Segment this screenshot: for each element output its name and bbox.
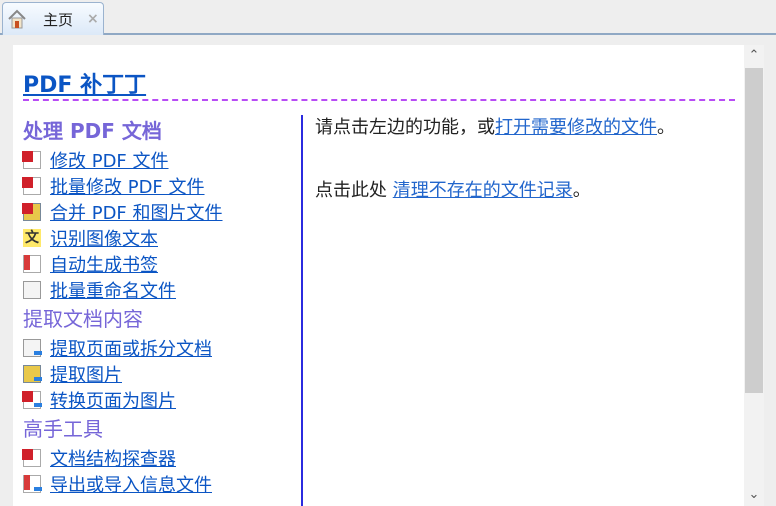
export-import-icon (23, 475, 42, 493)
list-item[interactable]: 文识别图像文本 (23, 225, 301, 251)
home-page: PDF 补丁丁 处理 PDF 文档 修改 PDF 文件 批量修改 PDF 文件 … (13, 45, 744, 506)
link-inspector[interactable]: 文档结构探查器 (50, 445, 176, 471)
period: 。 (657, 117, 675, 138)
extract-pages-icon (23, 339, 42, 357)
tab-close-button[interactable]: × (87, 11, 99, 27)
bookmark-icon (23, 255, 41, 273)
link-extract-images[interactable]: 提取图片 (50, 361, 122, 387)
render-pages-icon (22, 391, 42, 409)
cleanup-text: 点击此处 (315, 180, 393, 201)
list-item[interactable]: 修改 PDF 文件 (22, 147, 301, 173)
scrollbar-thumb[interactable] (745, 68, 763, 393)
link-ocr[interactable]: 识别图像文本 (50, 225, 158, 251)
rename-icon (23, 281, 41, 299)
list-item[interactable]: 提取图片 (23, 361, 301, 387)
list-item[interactable]: 自动生成书签 (23, 251, 301, 277)
section-heading-extract: 提取文档内容 (23, 307, 143, 331)
pdf-batch-edit-icon (22, 177, 41, 195)
extract-images-icon (23, 365, 42, 383)
list-item[interactable]: 批量重命名文件 (23, 277, 301, 303)
link-edit-pdf[interactable]: 修改 PDF 文件 (50, 147, 169, 173)
cleanup-link[interactable]: 清理不存在的文件记录 (393, 180, 573, 201)
scroll-up-icon[interactable]: ⌃ (744, 45, 764, 67)
pdf-merge-icon (22, 203, 41, 221)
function-list: 处理 PDF 文档 修改 PDF 文件 批量修改 PDF 文件 合并 PDF 和… (22, 115, 301, 497)
tab-home[interactable]: 主页 × (2, 2, 104, 35)
list-item[interactable]: 批量修改 PDF 文件 (22, 173, 301, 199)
title-divider (23, 99, 735, 101)
vertical-scrollbar[interactable]: ⌃ ⌄ (744, 45, 764, 506)
intro-text: 请点击左边的功能，或 (315, 117, 495, 138)
link-merge[interactable]: 合并 PDF 和图片文件 (50, 199, 223, 225)
home-icon (8, 9, 26, 29)
link-extract-pages[interactable]: 提取页面或拆分文档 (50, 335, 212, 361)
info-panel: 请点击左边的功能，或打开需要修改的文件。 点击此处 清理不存在的文件记录。 (315, 115, 675, 204)
period: 。 (572, 180, 591, 201)
tab-bar: 主页 × (0, 0, 776, 35)
list-item[interactable]: 文档结构探查器 (22, 445, 301, 471)
link-render-pages[interactable]: 转换页面为图片 (50, 387, 176, 413)
ocr-icon: 文 (23, 229, 41, 247)
list-item[interactable]: 导出或导入信息文件 (23, 471, 301, 497)
section-heading-process: 处理 PDF 文档 (23, 119, 162, 143)
list-item[interactable]: 转换页面为图片 (22, 387, 301, 413)
link-rename[interactable]: 批量重命名文件 (50, 277, 176, 303)
inspector-icon (22, 449, 41, 467)
link-bookmarks[interactable]: 自动生成书签 (50, 251, 158, 277)
section-heading-expert: 高手工具 (23, 417, 103, 441)
column-divider (301, 115, 303, 506)
link-export-import[interactable]: 导出或导入信息文件 (50, 471, 212, 497)
open-file-link[interactable]: 打开需要修改的文件 (495, 117, 657, 138)
link-batch-edit-pdf[interactable]: 批量修改 PDF 文件 (50, 173, 205, 199)
pdf-edit-icon (22, 151, 41, 169)
page-title[interactable]: PDF 补丁丁 (23, 67, 146, 99)
scroll-down-icon[interactable]: ⌄ (744, 484, 764, 506)
list-item[interactable]: 合并 PDF 和图片文件 (22, 199, 301, 225)
list-item[interactable]: 提取页面或拆分文档 (23, 335, 301, 361)
tab-label: 主页 (43, 10, 74, 29)
